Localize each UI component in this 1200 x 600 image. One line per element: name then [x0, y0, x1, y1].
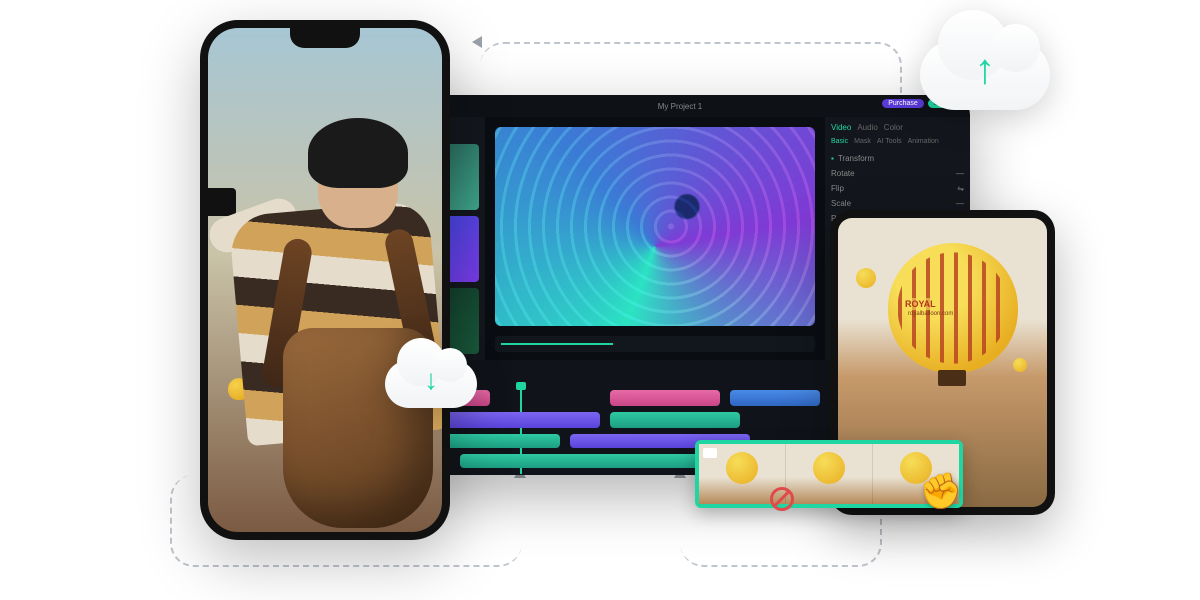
clip[interactable] — [730, 390, 820, 406]
tab-color[interactable]: Color — [884, 123, 903, 132]
phone-notch — [290, 28, 360, 48]
clip-play-icon — [703, 448, 717, 458]
arrow-left-icon — [472, 36, 482, 48]
preview-panel — [485, 117, 825, 360]
balloon-small — [1013, 358, 1027, 372]
preview-scrubber[interactable] — [495, 336, 815, 352]
subtab-animation[interactable]: Animation — [908, 138, 939, 145]
cloud-download-icon: ↓ — [385, 360, 477, 408]
arrow-down-icon: ↓ — [424, 364, 438, 396]
held-phone — [208, 188, 236, 216]
clip[interactable] — [440, 434, 560, 448]
balloon-brand-text: ROYAL — [903, 298, 938, 310]
clip[interactable] — [610, 412, 740, 428]
prop-flip: Flip — [831, 184, 844, 193]
clip[interactable] — [610, 390, 720, 406]
purchase-button[interactable]: Purchase — [882, 99, 924, 108]
arrow-up-icon: ↑ — [975, 45, 996, 93]
preview-viewport[interactable] — [495, 127, 815, 326]
prop-transform: Transform — [838, 154, 874, 163]
beanie-hat — [308, 118, 408, 188]
person-photographer — [208, 68, 442, 532]
tab-audio[interactable]: Audio — [857, 123, 877, 132]
project-title: My Project 1 — [658, 102, 702, 111]
subtab-basic[interactable]: Basic — [831, 138, 848, 145]
no-drop-icon — [770, 487, 794, 511]
clip[interactable] — [460, 454, 720, 468]
grab-cursor-icon: ✊ — [917, 469, 966, 516]
tab-video[interactable]: Video — [831, 123, 851, 132]
balloon-url-text: royalballoon.com — [908, 311, 953, 317]
phone-mockup — [200, 20, 450, 540]
prop-rotate: Rotate — [831, 169, 855, 178]
subtab-aitools[interactable]: AI Tools — [877, 138, 902, 145]
editor-titlebar: My Project 1 Purchase Export — [390, 95, 970, 117]
balloon-basket — [938, 370, 966, 386]
cloud-upload-icon: ↑ — [920, 40, 1050, 110]
phone-screen — [208, 28, 442, 532]
prop-scale: Scale — [831, 199, 851, 208]
subtab-mask[interactable]: Mask — [854, 138, 871, 145]
balloon-small — [856, 268, 876, 288]
